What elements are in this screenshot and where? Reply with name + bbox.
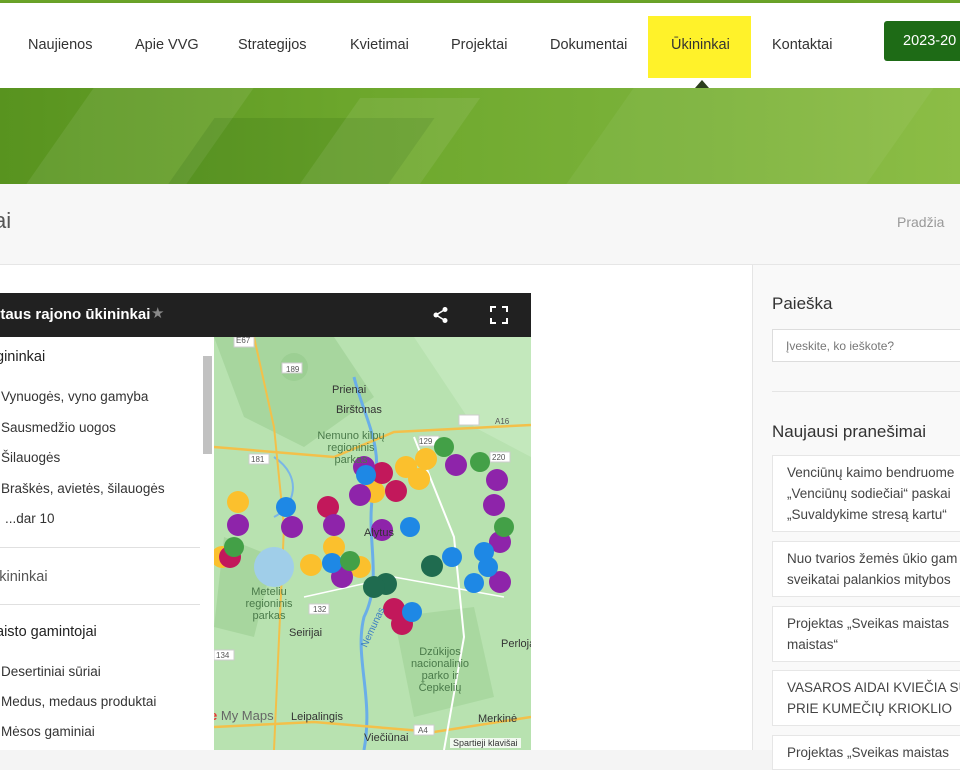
legend-scrollbar[interactable]: [203, 356, 212, 454]
legend-item[interactable]: Šilauogės: [1, 450, 60, 465]
news-item[interactable]: Nuo tvarios žemės ūkio gam sveikatai pal…: [772, 541, 960, 597]
legend-item[interactable]: Vynuogės, vyno gamyba: [1, 389, 148, 404]
map-header: ytaus rajono ūkininkai ★: [0, 293, 531, 337]
news-item[interactable]: Projektas „Sveikas maistas maistas“: [772, 606, 960, 662]
news-item-line: Venciūnų kaimo bendruome: [787, 465, 955, 480]
news-item[interactable]: VASAROS AIDAI KVIEČIA SU PRIE KUMEČIŲ KR…: [772, 670, 960, 726]
search-input[interactable]: Įveskite, ko ieškote?: [772, 329, 960, 362]
news-item[interactable]: Venciūnų kaimo bendruome „Venciūnų sodie…: [772, 455, 960, 532]
legend-divider: [0, 604, 200, 605]
legend-item[interactable]: Medus, medaus produktai: [1, 694, 156, 709]
map-place-label: Seirijai: [289, 627, 323, 639]
active-nav-caret: [695, 80, 709, 88]
news-item-line: Projektas „Sveikas maistas: [787, 616, 950, 631]
map-place-label: Dzūkijos nacionalinio parko ir Čepkelių: [410, 646, 470, 694]
page-title: ai: [0, 208, 12, 233]
my-maps-logo: e My Maps: [214, 708, 274, 723]
breadcrumb-home[interactable]: Pradžia: [897, 214, 944, 230]
map-place-label: Alytus: [364, 527, 394, 539]
news-item-line: sveikatai palankios mitybos: [787, 572, 951, 587]
map-road-label: E67: [236, 337, 251, 345]
fullscreen-icon[interactable]: [490, 306, 508, 324]
map-place-label: Birštonas: [336, 404, 382, 416]
news-item-line: „Suvaldykime stresą kartu“: [787, 507, 947, 522]
header-banner: [0, 88, 960, 184]
nav-projektai[interactable]: Projektai: [451, 37, 507, 53]
news-item-line: „Venciūnų sodiečiai“ paskai: [787, 486, 951, 501]
nav-kvietimai[interactable]: Kvietimai: [350, 37, 409, 53]
news-item-line: Projektas „Sveikas maistas: [787, 745, 950, 760]
map-road-label: 132: [313, 605, 327, 614]
nav-apie-vvg[interactable]: Apie VVG: [135, 37, 199, 53]
map-place-label: Merkinė: [478, 713, 518, 725]
map-road-label: 181: [251, 455, 265, 464]
news-item-line: VASAROS AIDAI KVIEČIA SU: [787, 680, 960, 695]
map-road-label: 134: [216, 651, 230, 660]
legend-divider: [0, 547, 200, 548]
news-item-line: PRIE KUMEČIŲ KRIOKLIO: [787, 701, 953, 716]
legend-item[interactable]: Mėsos gaminiai: [1, 724, 95, 739]
legend-section-title[interactable]: ikininkai: [0, 569, 48, 585]
map-road-label: 220: [492, 453, 506, 462]
map-title: ytaus rajono ūkininkai: [0, 306, 151, 323]
sidebar: Paieška Įveskite, ko ieškote? Naujausi p…: [752, 265, 960, 770]
news-item-line: maistas“: [787, 637, 839, 652]
map-place-label: Nemuno kilpų regioninis parkas: [317, 430, 385, 466]
map-road-label: 129: [419, 437, 433, 446]
map-place-label: Leipalingis: [291, 711, 343, 723]
legend-item[interactable]: Braškės, avietės, šilauogės: [1, 481, 165, 496]
map-road-label: 189: [286, 365, 300, 374]
map-road-label: A4: [418, 726, 428, 735]
nav-dokumentai[interactable]: Dokumentai: [550, 37, 627, 53]
my-maps-text: My Maps: [220, 708, 274, 723]
star-icon[interactable]: ★: [151, 304, 164, 322]
map-graphics: [214, 337, 531, 750]
legend-item[interactable]: Sausmedžio uogos: [1, 420, 116, 435]
main-navigation: Naujienos Apie VVG Strategijos Kvietimai…: [0, 3, 855, 88]
news-heading: Naujausi pranešimai: [772, 422, 927, 441]
news-item[interactable]: Projektas „Sveikas maistas: [772, 735, 960, 770]
map-place-label: Prienai: [332, 384, 367, 396]
legend-more-link[interactable]: ...dar 10: [5, 511, 55, 526]
legend-section-title[interactable]: aisto gamintojai: [0, 624, 97, 640]
search-heading: Paieška: [772, 294, 833, 313]
map-shortcuts-link[interactable]: Spartieji klavišai: [450, 738, 521, 748]
map-place-label: Meteliu regioninis parkas: [245, 586, 293, 622]
map-place-label: Viečiūnai: [364, 732, 409, 744]
nav-kontaktai[interactable]: Kontaktai: [772, 37, 832, 53]
page-title-bar: ai Pradžia: [0, 184, 960, 265]
map-canvas[interactable]: Prienai Birštonas Nemuno kilpų regionini…: [214, 337, 531, 750]
sidebar-divider: [772, 391, 960, 392]
legend-item[interactable]: Desertiniai sūriai: [1, 664, 101, 679]
news-item-line: Nuo tvarios žemės ūkio gam: [787, 551, 958, 566]
share-icon[interactable]: [432, 306, 450, 324]
map-road-label: A16: [495, 417, 510, 426]
map-legend: gininkai Vynuogės, vyno gamyba Sausmedži…: [0, 337, 214, 750]
nav-naujienos[interactable]: Naujienos: [28, 37, 93, 53]
nav-ukininkai[interactable]: Ūkininkai: [671, 37, 730, 53]
nav-strategijos[interactable]: Strategijos: [238, 37, 307, 53]
legend-section-title[interactable]: gininkai: [0, 349, 45, 365]
map-place-label: Perloja: [501, 638, 531, 650]
year-button[interactable]: 2023-20: [884, 21, 960, 61]
embedded-map[interactable]: ytaus rajono ūkininkai ★ gininkai Vynuog…: [0, 293, 531, 750]
